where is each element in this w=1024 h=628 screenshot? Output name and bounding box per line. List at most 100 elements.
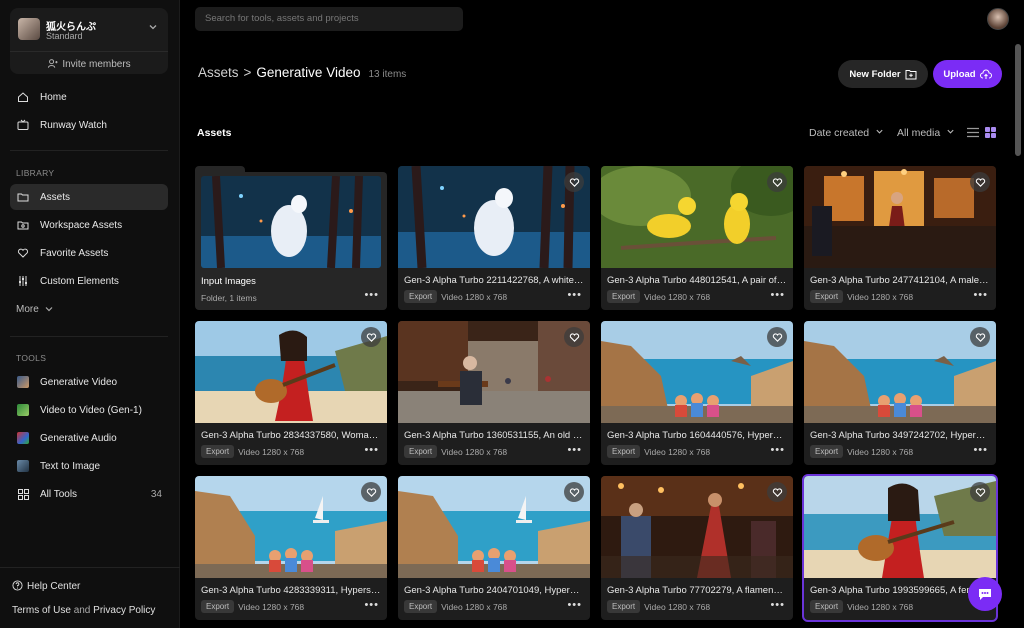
asset-card[interactable]: Gen-3 Alpha Turbo 3497242702, Hyperspeed… [804, 321, 996, 465]
asset-info: Video 1280 x 768 [441, 446, 508, 457]
favorite-button[interactable] [361, 327, 381, 347]
page-title: Generative Video [256, 65, 361, 80]
more-options-button[interactable]: ••• [770, 600, 785, 611]
more-options-button[interactable]: ••• [770, 290, 785, 301]
favorite-button[interactable] [970, 172, 990, 192]
export-badge[interactable]: Export [201, 600, 235, 613]
nav-favorite-assets[interactable]: Favorite Assets [10, 240, 168, 266]
user-avatar[interactable] [987, 8, 1009, 30]
export-badge[interactable]: Export [404, 445, 438, 458]
asset-title: Gen-3 Alpha Turbo 1604440576, Hyperspeed [607, 430, 787, 441]
chat-support-button[interactable] [968, 577, 1002, 611]
breadcrumb-root[interactable]: Assets [198, 65, 239, 80]
divider [10, 336, 168, 337]
asset-card[interactable]: Gen-3 Alpha Turbo 1604440576, Hyperspeed… [601, 321, 793, 465]
export-badge[interactable]: Export [404, 600, 438, 613]
export-badge[interactable]: Export [810, 445, 844, 458]
asset-card[interactable]: Gen-3 Alpha Turbo 448012541, A pair of l… [601, 166, 793, 310]
more-options-button[interactable]: ••• [567, 600, 582, 611]
nav-generative-audio[interactable]: Generative Audio [10, 425, 168, 451]
favorite-button[interactable] [970, 327, 990, 347]
more-options-button[interactable]: ••• [364, 600, 379, 611]
favorite-button[interactable] [564, 172, 584, 192]
help-center-link[interactable]: Help Center [12, 580, 80, 592]
asset-card[interactable]: Gen-3 Alpha Turbo 1360531155, An old man… [398, 321, 590, 465]
asset-info: Video 1280 x 768 [847, 446, 914, 457]
asset-title: Gen-3 Alpha Turbo 2477412104, A male and… [810, 275, 990, 286]
nav-assets[interactable]: Assets [10, 184, 168, 210]
nav-generative-video[interactable]: Generative Video [10, 369, 168, 395]
terms-link[interactable]: Terms of Use [12, 605, 71, 616]
folder-card[interactable]: Input Images Folder, 1 items ••• [195, 166, 387, 310]
upload-button[interactable]: Upload [933, 60, 1002, 88]
favorite-button[interactable] [970, 482, 990, 502]
favorite-button[interactable] [767, 172, 787, 192]
asset-thumbnail [601, 321, 793, 423]
nav-custom-elements[interactable]: Custom Elements [10, 268, 168, 294]
more-options-button[interactable]: ••• [973, 290, 988, 301]
workspace-switcher[interactable]: 狐火らんぷ Standard Invite members [10, 8, 168, 74]
grid-view-icon[interactable] [985, 127, 996, 138]
asset-card[interactable]: Gen-3 Alpha Turbo 1993599665, A female g… [802, 474, 998, 622]
tv-icon [16, 118, 30, 132]
asset-title: Gen-3 Alpha Turbo 3497242702, Hyperspeed [810, 430, 990, 441]
nav-all-tools[interactable]: All Tools 34 [10, 481, 168, 507]
sort-dropdown[interactable]: Date created [809, 127, 884, 139]
favorite-button[interactable] [564, 482, 584, 502]
chat-icon [979, 589, 991, 600]
asset-thumbnail [601, 166, 793, 268]
export-badge[interactable]: Export [201, 445, 235, 458]
asset-card[interactable]: Gen-3 Alpha Turbo 2834337580, Woman play… [195, 321, 387, 465]
search-input[interactable]: Search for tools, assets and projects [195, 7, 463, 31]
export-badge[interactable]: Export [810, 290, 844, 303]
heart-icon [366, 487, 376, 497]
asset-thumbnail [398, 476, 590, 578]
invite-members-button[interactable]: Invite members [10, 58, 168, 70]
asset-card[interactable]: Gen-3 Alpha Turbo 77702279, A flamenco d… [601, 476, 793, 620]
export-badge[interactable]: Export [607, 445, 641, 458]
asset-info: Video 1280 x 768 [644, 601, 711, 612]
nav-generative-video-label: Generative Video [40, 376, 118, 388]
chevron-down-icon [876, 129, 883, 134]
more-options-button[interactable]: ••• [973, 445, 988, 456]
more-options-button[interactable]: ••• [567, 290, 582, 301]
export-badge[interactable]: Export [607, 290, 641, 303]
item-count: 13 items [368, 69, 407, 80]
more-options-button[interactable]: ••• [770, 445, 785, 456]
nav-home-label: Home [40, 91, 67, 103]
media-filter-dropdown[interactable]: All media [897, 127, 955, 139]
favorite-button[interactable] [564, 327, 584, 347]
asset-card[interactable]: Gen-3 Alpha Turbo 2404701049, Hyperspeed… [398, 476, 590, 620]
export-badge[interactable]: Export [404, 290, 438, 303]
asset-card[interactable]: Gen-3 Alpha Turbo 4283339311, Hyperspeed… [195, 476, 387, 620]
more-options-button[interactable]: ••• [364, 445, 379, 456]
scrollbar[interactable] [1015, 44, 1021, 156]
nav-workspace-assets[interactable]: Workspace Assets [10, 212, 168, 238]
nav-more[interactable]: More [10, 296, 168, 322]
asset-card[interactable]: Gen-3 Alpha Turbo 2211422768, A white wo… [398, 166, 590, 310]
invite-members-label: Invite members [62, 59, 131, 70]
new-folder-button[interactable]: New Folder [838, 60, 928, 88]
export-badge[interactable]: Export [607, 600, 641, 613]
list-view-icon[interactable] [967, 127, 979, 138]
favorite-button[interactable] [767, 327, 787, 347]
asset-meta: Export Video 1280 x 768 [607, 600, 710, 613]
chevron-down-icon[interactable] [148, 22, 158, 32]
nav-all-tools-label: All Tools [40, 488, 78, 500]
export-badge[interactable]: Export [810, 600, 844, 613]
heart-icon [366, 332, 376, 342]
favorite-button[interactable] [767, 482, 787, 502]
nav-text-to-image[interactable]: Text to Image [10, 453, 168, 479]
nav-runway-watch[interactable]: Runway Watch [10, 112, 168, 138]
more-options-button[interactable]: ••• [364, 290, 379, 301]
nav-home[interactable]: Home [10, 84, 168, 110]
folder-subtitle: Folder, 1 items [201, 293, 257, 303]
more-options-button[interactable]: ••• [567, 445, 582, 456]
asset-card[interactable]: Gen-3 Alpha Turbo 2477412104, A male and… [804, 166, 996, 310]
breadcrumb: Assets > Generative Video 13 items [198, 65, 406, 80]
asset-info: Video 1280 x 768 [238, 446, 305, 457]
asset-title: Gen-3 Alpha Turbo 2834337580, Woman play… [201, 430, 381, 441]
nav-video-to-video[interactable]: Video to Video (Gen-1) [10, 397, 168, 423]
privacy-link[interactable]: Privacy Policy [93, 605, 155, 616]
favorite-button[interactable] [361, 482, 381, 502]
